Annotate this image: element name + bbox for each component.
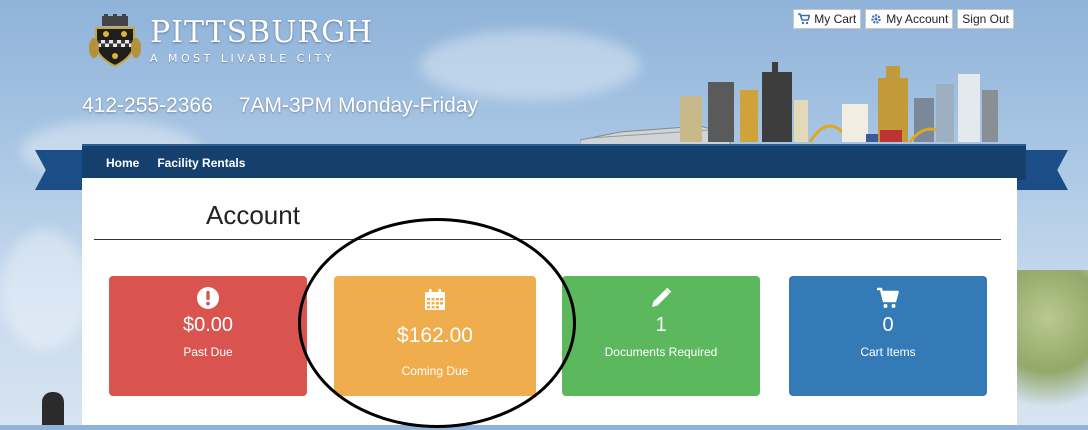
logo-title: PITTSBURGH [150, 14, 374, 50]
cart-items-label: Cart Items [860, 345, 916, 359]
account-panel: Account $0.00 Past Due $162.00 Coming Du… [82, 178, 1017, 425]
coming-due-amount: $162.00 [397, 324, 473, 347]
main-nav: Home Facility Rentals [82, 144, 1026, 180]
office-hours: 7AM-3PM Monday-Friday [238, 94, 479, 117]
cart-icon [798, 13, 811, 25]
city-skyline-image [580, 62, 998, 146]
pencil-icon [652, 287, 672, 307]
sign-out-link[interactable]: Sign Out [957, 9, 1014, 29]
my-cart-label: My Cart [814, 12, 857, 26]
past-due-tile[interactable]: $0.00 Past Due [109, 276, 307, 396]
exclamation-icon [197, 287, 219, 309]
title-divider [94, 239, 1001, 240]
documents-required-label: Documents Required [604, 345, 718, 359]
past-due-amount: $0.00 [182, 314, 234, 336]
coming-due-label: Coming Due [401, 364, 469, 378]
city-logo[interactable]: PITTSBURGH A MOST LIVABLE CITY [88, 14, 373, 68]
cart-items-tile[interactable]: 0 Cart Items [789, 276, 987, 396]
gear-icon [871, 14, 881, 24]
contact-info: 412-255-2366 7AM-3PM Monday-Friday [82, 94, 478, 118]
city-crest-icon [89, 14, 141, 68]
account-links: My Cart My Account Sign Out [793, 9, 1014, 29]
cart-items-count: 0 [882, 314, 894, 336]
coming-due-tile[interactable]: $162.00 Coming Due [334, 276, 536, 396]
post-image [42, 392, 64, 425]
nav-facility-rentals[interactable]: Facility Rentals [157, 156, 245, 170]
page-title: Account [206, 200, 300, 230]
documents-required-count: 1 [655, 314, 667, 336]
nav-home[interactable]: Home [106, 156, 139, 170]
documents-required-tile[interactable]: 1 Documents Required [562, 276, 760, 396]
my-account-link[interactable]: My Account [865, 9, 954, 29]
tree-image [1008, 270, 1088, 430]
sign-out-label: Sign Out [962, 12, 1009, 26]
cart-icon [877, 287, 899, 308]
logo-subtitle: A MOST LIVABLE CITY [150, 51, 336, 65]
phone-number: 412-255-2366 [82, 94, 213, 117]
past-due-label: Past Due [183, 345, 233, 359]
my-cart-link[interactable]: My Cart [793, 9, 862, 29]
my-account-label: My Account [886, 12, 949, 26]
cloud [0, 230, 90, 350]
calendar-icon [425, 289, 445, 310]
